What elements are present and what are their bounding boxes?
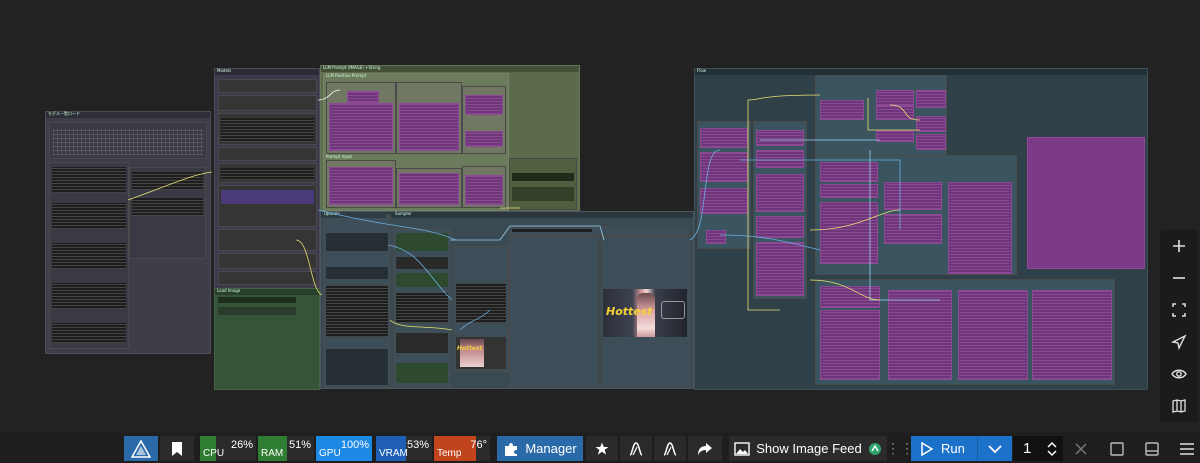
monitor-value: 51% xyxy=(288,439,311,451)
batch-count-value: 1 xyxy=(1023,440,1032,457)
chevron-down-icon[interactable] xyxy=(1047,449,1057,457)
gpu-monitor: 100% GPU xyxy=(316,436,372,461)
eye-icon[interactable] xyxy=(1160,359,1198,389)
share-icon xyxy=(698,442,712,455)
share-button[interactable] xyxy=(688,436,722,461)
monitor-label: RAM xyxy=(261,448,284,459)
chevron-down-icon xyxy=(988,444,1002,453)
monitor-label: VRAM xyxy=(379,448,408,459)
manager-button[interactable]: Manager xyxy=(497,436,583,461)
close-icon xyxy=(1075,442,1087,455)
fit-view-icon[interactable] xyxy=(1160,295,1198,325)
model-button[interactable] xyxy=(620,436,652,461)
panel-toggle-button[interactable] xyxy=(1105,436,1129,461)
zoom-in-icon[interactable] xyxy=(1160,231,1198,261)
star-button[interactable] xyxy=(586,436,618,461)
show-image-feed-label: Show Image Feed xyxy=(756,441,862,456)
drag-handle[interactable]: ⋮⋮ xyxy=(886,436,914,461)
close-queue-button[interactable] xyxy=(1069,436,1093,461)
monitor-value: 26% xyxy=(230,439,253,451)
feed-status-icon xyxy=(868,442,881,455)
run-button[interactable]: Run xyxy=(911,436,977,461)
comfy-logo-button[interactable] xyxy=(124,436,158,461)
monitor-label: GPU xyxy=(319,448,341,459)
bottom-panel-button[interactable] xyxy=(1140,436,1164,461)
play-icon xyxy=(921,441,933,456)
cpu-monitor: 26% CPU xyxy=(200,436,256,461)
temp-monitor: 76° Temp xyxy=(434,436,490,461)
menu-button[interactable] xyxy=(1176,436,1198,461)
link-wires xyxy=(127,89,940,331)
monitor-value: 100% xyxy=(340,439,369,451)
monitor-value: 76° xyxy=(470,439,487,451)
batch-count-input[interactable]: 1 xyxy=(1013,436,1041,461)
bottom-toolbar: 26% CPU 51% RAM 100% GPU 53% VRAM 76° Te… xyxy=(0,433,1200,463)
star-icon xyxy=(595,442,609,455)
chevron-up-icon[interactable] xyxy=(1047,441,1057,449)
bottom-panel-icon xyxy=(1145,441,1159,456)
run-label: Run xyxy=(941,441,965,456)
vram-monitor: 53% VRAM xyxy=(376,436,432,461)
select-mode-icon[interactable] xyxy=(1160,327,1198,357)
show-image-feed-button[interactable]: Show Image Feed xyxy=(729,436,887,461)
image-icon xyxy=(734,441,750,456)
batch-stepper[interactable] xyxy=(1041,436,1063,461)
model-button-2[interactable] xyxy=(654,436,686,461)
manager-label: Manager xyxy=(525,441,577,456)
ram-monitor: 51% RAM xyxy=(258,436,314,461)
monitor-label: Temp xyxy=(437,448,462,459)
monitor-value: 53% xyxy=(406,439,429,451)
monitor-label: CPU xyxy=(203,448,225,459)
puzzle-icon xyxy=(505,442,518,456)
minimap-icon[interactable] xyxy=(1160,391,1198,421)
graph-icon xyxy=(629,441,643,456)
graph-icon xyxy=(663,441,677,456)
run-options-dropdown[interactable] xyxy=(977,436,1012,461)
node-graph-canvas[interactable]: モデル一覧ロード Models Load Image LLM Prompt (I… xyxy=(0,0,1200,433)
zoom-out-icon[interactable] xyxy=(1160,263,1198,293)
canvas-controls xyxy=(1160,230,1198,422)
square-icon xyxy=(1110,441,1124,456)
hamburger-icon xyxy=(1180,442,1194,455)
bookmark-button[interactable] xyxy=(160,436,194,461)
